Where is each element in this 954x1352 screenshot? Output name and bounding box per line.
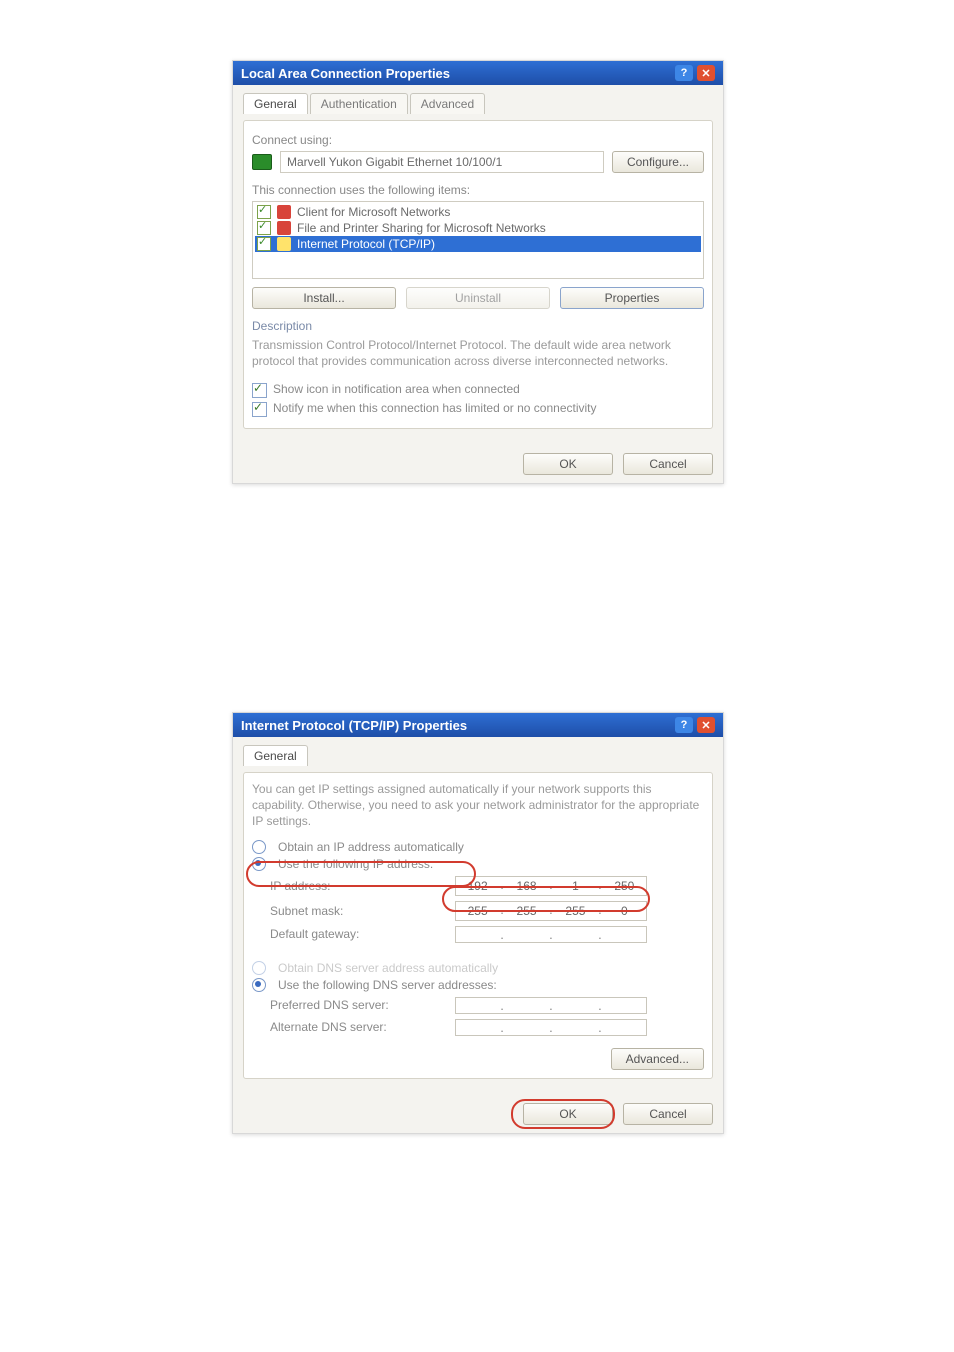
tab-advanced[interactable]: Advanced xyxy=(410,93,485,114)
radio-auto-dns: Obtain DNS server address automatically xyxy=(252,961,704,975)
tabs: General xyxy=(243,745,713,766)
radio-icon[interactable] xyxy=(252,978,266,992)
cancel-button[interactable]: Cancel xyxy=(623,453,713,475)
highlight-oval xyxy=(511,1099,615,1129)
checkbox-icon[interactable] xyxy=(257,221,271,235)
tab-general[interactable]: General xyxy=(243,93,308,114)
tab-authentication[interactable]: Authentication xyxy=(310,93,408,114)
connect-using-label: Connect using: xyxy=(252,133,704,147)
radio-label: Use the following DNS server addresses: xyxy=(278,978,497,992)
list-item[interactable]: Client for Microsoft Networks xyxy=(255,204,701,220)
description-heading: Description xyxy=(252,319,704,333)
help-button[interactable]: ? xyxy=(675,65,693,81)
component-icon xyxy=(277,237,291,251)
help-button[interactable]: ? xyxy=(675,717,693,733)
preferred-dns-input[interactable]: . . . xyxy=(455,997,647,1014)
adapter-name-field: Marvell Yukon Gigabit Ethernet 10/100/1 xyxy=(280,151,604,173)
radio-label: Obtain DNS server address automatically xyxy=(278,961,498,975)
highlight-oval xyxy=(246,861,476,887)
dialog-titlebar: Local Area Connection Properties ? ✕ xyxy=(233,61,723,85)
default-gateway-input[interactable]: . . . xyxy=(455,926,647,943)
checkbox-icon[interactable] xyxy=(257,205,271,219)
advanced-button[interactable]: Advanced... xyxy=(611,1048,704,1070)
dialog-titlebar: Internet Protocol (TCP/IP) Properties ? … xyxy=(233,713,723,737)
highlight-oval xyxy=(442,886,650,912)
items-label: This connection uses the following items… xyxy=(252,183,704,197)
radio-icon[interactable] xyxy=(252,840,266,854)
preferred-dns-label: Preferred DNS server: xyxy=(270,998,455,1012)
alternate-dns-label: Alternate DNS server: xyxy=(270,1020,455,1034)
install-button[interactable]: Install... xyxy=(252,287,396,309)
description-text: Transmission Control Protocol/Internet P… xyxy=(252,337,704,369)
radio-auto-ip[interactable]: Obtain an IP address automatically xyxy=(252,840,704,854)
list-item-label: Internet Protocol (TCP/IP) xyxy=(297,237,435,251)
items-listbox[interactable]: Client for Microsoft Networks File and P… xyxy=(252,201,704,279)
checkbox-icon[interactable] xyxy=(252,383,267,398)
checkbox-icon[interactable] xyxy=(257,237,271,251)
tab-general[interactable]: General xyxy=(243,745,308,766)
list-item-label: Client for Microsoft Networks xyxy=(297,205,450,219)
subnet-mask-label: Subnet mask: xyxy=(270,904,455,918)
dialog-title: Local Area Connection Properties xyxy=(241,66,450,81)
radio-label: Obtain an IP address automatically xyxy=(278,840,464,854)
component-icon xyxy=(277,205,291,219)
checkbox-icon[interactable] xyxy=(252,402,267,417)
radio-icon xyxy=(252,961,266,975)
uninstall-button: Uninstall xyxy=(406,287,550,309)
tabs: General Authentication Advanced xyxy=(243,93,713,114)
ok-button[interactable]: OK xyxy=(523,453,613,475)
list-item[interactable]: File and Printer Sharing for Microsoft N… xyxy=(255,220,701,236)
default-gateway-label: Default gateway: xyxy=(270,927,455,941)
nic-icon xyxy=(252,154,272,170)
checkbox-label: Show icon in notification area when conn… xyxy=(273,382,520,396)
notify-limited-checkbox[interactable]: Notify me when this connection has limit… xyxy=(252,401,704,417)
list-item-label: File and Printer Sharing for Microsoft N… xyxy=(297,221,546,235)
intro-text: You can get IP settings assigned automat… xyxy=(252,781,704,830)
configure-button[interactable]: Configure... xyxy=(612,151,704,173)
properties-button[interactable]: Properties xyxy=(560,287,704,309)
radio-manual-dns[interactable]: Use the following DNS server addresses: xyxy=(252,978,704,992)
close-button[interactable]: ✕ xyxy=(697,65,715,81)
dialog-title: Internet Protocol (TCP/IP) Properties xyxy=(241,718,467,733)
show-icon-checkbox[interactable]: Show icon in notification area when conn… xyxy=(252,382,704,398)
cancel-button[interactable]: Cancel xyxy=(623,1103,713,1125)
list-item-selected[interactable]: Internet Protocol (TCP/IP) xyxy=(255,236,701,252)
alternate-dns-input[interactable]: . . . xyxy=(455,1019,647,1036)
close-button[interactable]: ✕ xyxy=(697,717,715,733)
checkbox-label: Notify me when this connection has limit… xyxy=(273,401,597,415)
component-icon xyxy=(277,221,291,235)
